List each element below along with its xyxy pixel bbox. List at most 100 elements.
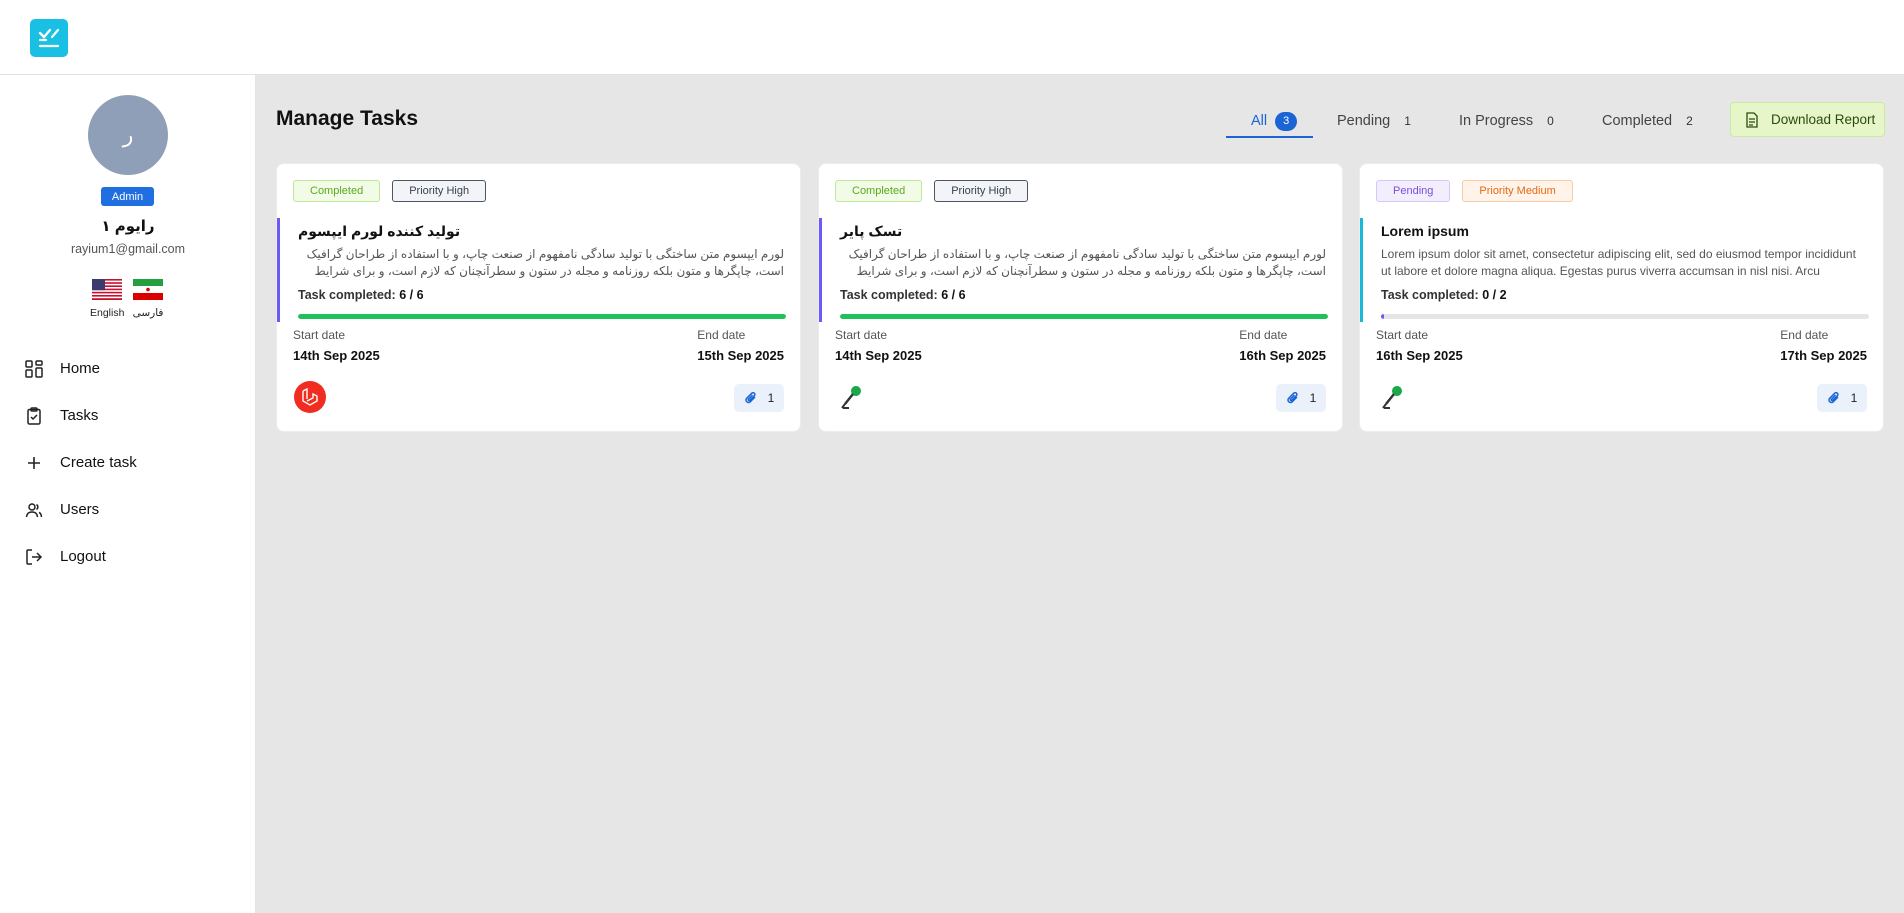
sidebar: ر Admin رایوم ۱ rayium1@gmail.com Englis… (0, 75, 256, 913)
start-date: Start date 14th Sep 2025 (835, 328, 922, 363)
iran-flag-icon (133, 279, 163, 300)
active-tab-indicator (1226, 136, 1313, 138)
progress-bar (1381, 314, 1869, 319)
start-date-label: Start date (835, 328, 888, 342)
paperclip-icon (1827, 391, 1839, 404)
tab-label: Pending (1337, 113, 1391, 129)
attachment-count: 1 (1309, 391, 1317, 405)
tab-count: 1 (1404, 114, 1411, 128)
paperclip-icon (1286, 391, 1298, 404)
attachments-button[interactable]: 1 (1276, 384, 1326, 412)
task-description: لورم ایپسوم متن ساختگی با تولید سادگی نا… (306, 247, 784, 278)
users-icon (24, 500, 44, 520)
start-date: Start date 14th Sep 2025 (293, 328, 380, 363)
start-date-value: 14th Sep 2025 (835, 348, 922, 363)
document-icon (1746, 111, 1758, 128)
end-date: End date 16th Sep 2025 (1239, 328, 1326, 363)
start-date-label: Start date (293, 328, 346, 342)
language-farsi[interactable]: فارسی (131, 279, 165, 319)
sidebar-item-label: Home (60, 360, 101, 377)
progress-value: 0 / 2 (1482, 288, 1507, 302)
task-description: لورم ایپسوم متن ساختگی با تولید سادگی نا… (848, 247, 1326, 278)
progress-label: Task completed: (298, 288, 396, 302)
sidebar-item-tasks[interactable]: Tasks (0, 392, 256, 439)
task-description: Lorem ipsum dolor sit amet, consectetur … (1381, 247, 1856, 278)
task-progress-text: Task completed: 0 / 2 (1381, 288, 1507, 302)
microphone-avatar-icon (1377, 381, 1409, 413)
tab-label: Completed (1602, 113, 1673, 129)
tab-count: 3 (1275, 111, 1298, 131)
sidebar-item-users[interactable]: Users (0, 486, 256, 533)
task-card[interactable]: Completed Priority High تولید کننده لورم… (276, 163, 801, 432)
attachment-count: 1 (767, 391, 775, 405)
status-badge: Completed (293, 180, 381, 202)
logout-icon (24, 547, 44, 567)
tab-in-progress[interactable]: In Progress 0 (1459, 103, 1554, 139)
us-flag-icon (92, 279, 122, 300)
task-info: Lorem ipsum Lorem ipsum dolor sit amet, … (1360, 218, 1885, 322)
download-report-label: Download Report (1771, 112, 1876, 127)
download-report-button[interactable]: Download Report (1730, 102, 1885, 137)
attachment-count: 1 (1850, 391, 1858, 405)
avatar: ر (88, 95, 168, 175)
sidebar-nav: Home Tasks Create task Users Logout (0, 345, 256, 580)
avatar-initial: ر (122, 122, 134, 147)
priority-badge: Priority High (934, 180, 1029, 202)
task-card[interactable]: Pending Priority Medium Lorem ipsum Lore… (1359, 163, 1884, 432)
language-label: English (90, 307, 125, 319)
progress-bar (298, 314, 786, 319)
clipboard-icon (24, 406, 44, 426)
end-date: End date 17th Sep 2025 (1780, 328, 1867, 363)
task-progress-text: Task completed: 6 / 6 (298, 288, 424, 302)
start-date-value: 16th Sep 2025 (1376, 348, 1463, 363)
sidebar-item-logout[interactable]: Logout (0, 533, 256, 580)
user-name: رایوم ۱ (101, 218, 155, 235)
start-date: Start date 16th Sep 2025 (1376, 328, 1463, 363)
end-date-label: End date (697, 328, 746, 342)
attachments-button[interactable]: 1 (1817, 384, 1867, 412)
progress-fill (840, 314, 1328, 319)
sidebar-item-label: Create task (60, 454, 137, 471)
tab-label: All (1251, 113, 1268, 129)
end-date-value: 16th Sep 2025 (1239, 348, 1326, 363)
page-title: Manage Tasks (276, 107, 419, 130)
start-date-value: 14th Sep 2025 (293, 348, 380, 363)
progress-value: 6 / 6 (399, 288, 424, 302)
language-label: فارسی (132, 307, 164, 319)
dashboard-icon (24, 359, 44, 379)
progress-label: Task completed: (1381, 288, 1479, 302)
progress-bar (840, 314, 1328, 319)
laravel-logo-icon (294, 381, 326, 413)
end-date-value: 17th Sep 2025 (1780, 348, 1867, 363)
role-badge: Admin (101, 187, 154, 206)
progress-fill (1381, 314, 1384, 319)
start-date-label: Start date (1376, 328, 1429, 342)
progress-label: Task completed: (840, 288, 938, 302)
user-email: rayium1@gmail.com (70, 242, 186, 256)
tab-all[interactable]: All 3 (1251, 103, 1298, 139)
end-date-value: 15th Sep 2025 (697, 348, 784, 363)
progress-value: 6 / 6 (941, 288, 966, 302)
checklist-icon[interactable] (30, 19, 68, 57)
microphone-avatar-icon (836, 381, 868, 413)
language-english[interactable]: English (90, 279, 124, 319)
sidebar-item-home[interactable]: Home (0, 345, 256, 392)
sidebar-item-label: Users (60, 501, 100, 518)
sidebar-item-label: Tasks (60, 407, 99, 424)
plus-icon (24, 453, 44, 473)
top-bar (0, 0, 1904, 75)
attachments-button[interactable]: 1 (734, 384, 784, 412)
tab-pending[interactable]: Pending 1 (1337, 103, 1411, 139)
task-progress-text: Task completed: 6 / 6 (840, 288, 966, 302)
sidebar-item-create-task[interactable]: Create task (0, 439, 256, 486)
end-date-label: End date (1239, 328, 1288, 342)
status-badge: Pending (1376, 180, 1451, 202)
tab-count: 2 (1686, 114, 1693, 128)
task-title: تسک پایر (840, 223, 903, 239)
task-info: تسک پایر لورم ایپسوم متن ساختگی با تولید… (819, 218, 1344, 322)
tab-completed[interactable]: Completed 2 (1602, 103, 1693, 139)
priority-badge: Priority Medium (1462, 180, 1573, 202)
paperclip-icon (744, 391, 756, 404)
task-card[interactable]: Completed Priority High تسک پایر لورم ای… (818, 163, 1343, 432)
tab-count: 0 (1547, 114, 1554, 128)
